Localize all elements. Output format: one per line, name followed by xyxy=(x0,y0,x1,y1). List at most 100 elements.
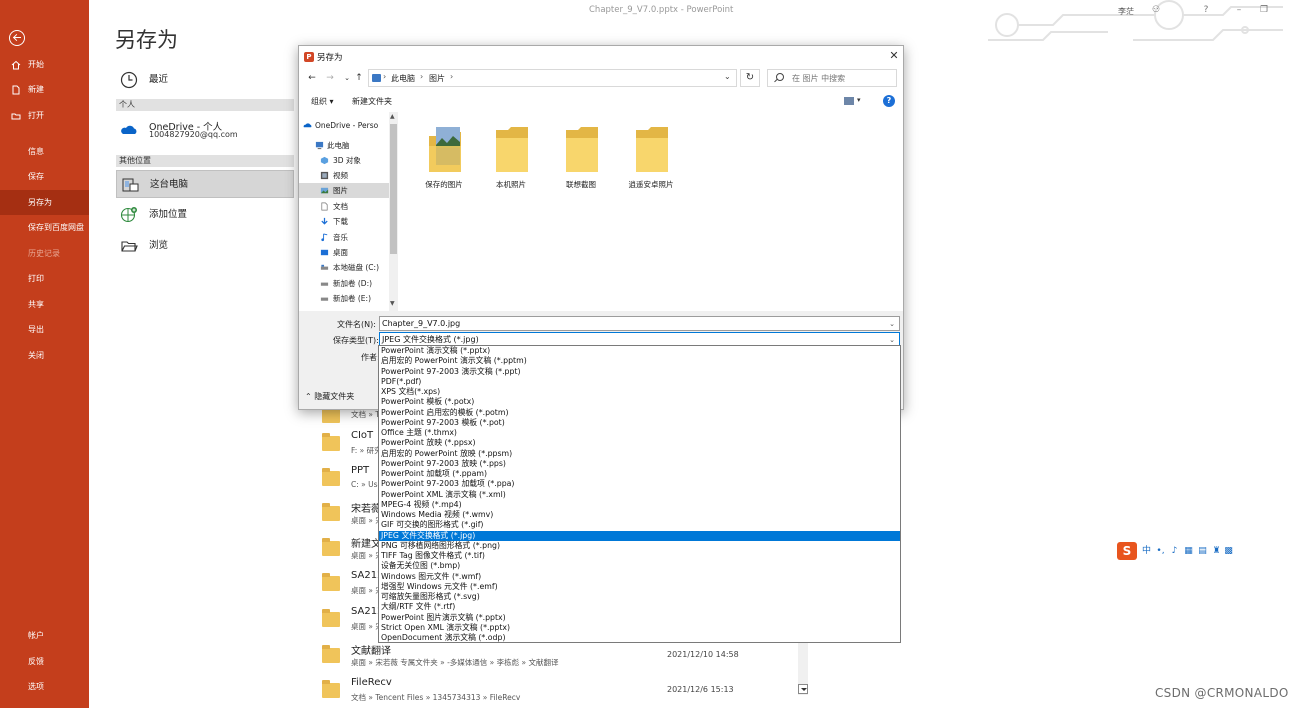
filetype-option[interactable]: JPEG 文件交换格式 (*.jpg) xyxy=(379,530,900,541)
filetype-option[interactable]: GIF 可交换的图形格式 (*.gif) xyxy=(379,520,900,530)
filetype-option[interactable]: PowerPoint 演示文稿 (*.pptx) xyxy=(379,346,900,356)
tree-item-pictures[interactable]: 图片 xyxy=(299,183,389,198)
filetype-option[interactable]: PowerPoint 97-2003 加载项 (*.ppa) xyxy=(379,479,900,489)
restore-button[interactable]: ❐ xyxy=(1258,4,1270,16)
search-input[interactable] xyxy=(792,72,892,84)
filetype-option[interactable]: Office 主题 (*.thmx) xyxy=(379,428,900,438)
chevron-down-icon[interactable]: ▼ xyxy=(390,300,395,307)
nav-item-account[interactable]: 帐户 xyxy=(0,623,89,648)
filetype-option[interactable]: 可缩放矢量图形格式 (*.svg) xyxy=(379,592,900,602)
address-bar[interactable]: › 此电脑 › 图片 › ⌄ xyxy=(368,69,737,87)
list-item[interactable]: 文献翻译 桌面 » 宋若薇 专属文件夹 » -多媒体通信 » 李栋彪 » 文献翻… xyxy=(318,640,798,674)
filetype-option[interactable]: PowerPoint 97-2003 演示文稿 (*.ppt) xyxy=(379,367,900,377)
person-icon[interactable]: ⚇ xyxy=(1150,4,1162,16)
filetype-option[interactable]: PowerPoint XML 演示文稿 (*.xml) xyxy=(379,490,900,500)
user-name[interactable]: 李茫 xyxy=(1118,6,1134,17)
nav-item-close[interactable]: 关闭 xyxy=(0,343,89,368)
ime-tools-icon[interactable]: ▤ xyxy=(1197,545,1208,557)
filetype-option[interactable]: PNG 可移植网络图形格式 (*.png) xyxy=(379,541,900,551)
filetype-option[interactable]: 增强型 Windows 元文件 (*.emf) xyxy=(379,582,900,592)
filetype-option[interactable]: Windows Media 视频 (*.wmv) xyxy=(379,510,900,520)
nav-item-save-to-baidu[interactable]: 保存到百度网盘 xyxy=(0,215,89,240)
ime-menu-icon[interactable]: ▩ xyxy=(1223,545,1234,557)
filetype-option[interactable]: PowerPoint 启用宏的模板 (*.potm) xyxy=(379,408,900,418)
hide-folders-toggle[interactable]: ⌃ 隐藏文件夹 xyxy=(305,391,354,402)
tree-item-videos[interactable]: 视频 xyxy=(299,168,389,183)
filetype-option[interactable]: PowerPoint 模板 (*.potx) xyxy=(379,397,900,407)
location-this-pc[interactable]: 这台电脑 xyxy=(116,170,294,198)
filetype-option[interactable]: TIFF Tag 图像文件格式 (*.tif) xyxy=(379,551,900,561)
help-button[interactable]: ? xyxy=(1200,4,1212,16)
filetype-option[interactable]: PowerPoint 放映 (*.ppsx) xyxy=(379,438,900,448)
location-browse[interactable]: 浏览 xyxy=(116,232,294,260)
forward-icon[interactable]: → xyxy=(324,72,336,84)
tree-item-this-pc[interactable]: 此电脑 xyxy=(299,138,389,153)
filename-input[interactable]: Chapter_9_V7.0.jpg ⌄ xyxy=(379,316,900,331)
ime-mode-icon[interactable]: 中 xyxy=(1141,545,1152,557)
back-icon[interactable]: ← xyxy=(306,72,318,84)
chevron-down-icon[interactable]: ⌄ xyxy=(724,72,731,81)
tree-item-drive-c[interactable]: 本地磁盘 (C:) xyxy=(299,260,389,275)
nav-item-open[interactable]: 打开 xyxy=(0,103,89,128)
refresh-button[interactable]: ↻ xyxy=(740,69,760,87)
nav-item-share[interactable]: 共享 xyxy=(0,292,89,317)
tree-item-documents[interactable]: 文档 xyxy=(299,199,389,214)
list-item[interactable]: FileRecv 文档 » Tencent Files » 1345734313… xyxy=(318,675,798,708)
help-button[interactable]: ? xyxy=(883,95,895,107)
filetype-option[interactable]: OpenDocument 演示文稿 (*.odp) xyxy=(379,633,900,643)
filetype-option[interactable]: Strict Open XML 演示文稿 (*.pptx) xyxy=(379,623,900,633)
tree-item-onedrive[interactable]: OneDrive - Perso xyxy=(299,118,389,133)
file-tile[interactable]: 保存的图片 xyxy=(414,124,474,194)
tree-scrollbar[interactable]: ▲ ▼ xyxy=(389,112,398,311)
filetype-option[interactable]: PDF(*.pdf) xyxy=(379,377,900,387)
tree-item-desktop[interactable]: 桌面 xyxy=(299,245,389,260)
tree-item-drive-e[interactable]: 新加卷 (E:) xyxy=(299,291,389,306)
search-box[interactable] xyxy=(767,69,897,87)
location-onedrive[interactable]: OneDrive - 个人 1004827920@qq.com xyxy=(116,116,294,150)
filetype-option[interactable]: 启用宏的 PowerPoint 放映 (*.ppsm) xyxy=(379,449,900,459)
file-tile[interactable]: 逍遥安卓照片 xyxy=(621,124,681,194)
nav-item-options[interactable]: 选项 xyxy=(0,674,89,699)
filetype-option[interactable]: 设备无关位图 (*.bmp) xyxy=(379,561,900,571)
breadcrumb-pictures[interactable]: 图片 xyxy=(429,73,445,84)
nav-item-save[interactable]: 保存 xyxy=(0,164,89,189)
minimize-button[interactable]: – xyxy=(1233,4,1245,16)
location-add-place[interactable]: 添加位置 xyxy=(116,201,294,229)
filetype-option[interactable]: PowerPoint 图片演示文稿 (*.pptx) xyxy=(379,613,900,623)
tree-item-drive-d[interactable]: 新加卷 (D:) xyxy=(299,276,389,291)
nav-item-info[interactable]: 信息 xyxy=(0,139,89,164)
tree-item-3d[interactable]: 3D 对象 xyxy=(299,153,389,168)
recent-locations-icon[interactable]: ⌄ xyxy=(341,72,353,84)
back-arrow-icon[interactable] xyxy=(9,30,25,46)
tree-item-music[interactable]: 音乐 xyxy=(299,230,389,245)
organize-button[interactable]: 组织 ▾ xyxy=(311,96,334,107)
nav-item-export[interactable]: 导出 xyxy=(0,317,89,342)
filetype-option[interactable]: XPS 文档(*.xps) xyxy=(379,387,900,397)
chevron-up-icon[interactable]: ▲ xyxy=(390,113,395,120)
chevron-down-icon[interactable]: ⌄ xyxy=(889,318,895,331)
new-folder-button[interactable]: 新建文件夹 xyxy=(352,96,392,107)
ime-punctuation-icon[interactable]: •, xyxy=(1155,545,1166,557)
microphone-icon[interactable]: ♪ xyxy=(1169,545,1180,557)
nav-item-feedback[interactable]: 反馈 xyxy=(0,649,89,674)
file-tile[interactable]: 本机照片 xyxy=(481,124,541,194)
file-tile[interactable]: 联想截图 xyxy=(551,124,611,194)
tree-item-downloads[interactable]: 下载 xyxy=(299,214,389,229)
nav-item-save-as[interactable]: 另存为 xyxy=(0,190,89,215)
filetype-option[interactable]: MPEG-4 视频 (*.mp4) xyxy=(379,500,900,510)
keyboard-icon[interactable]: ▦ xyxy=(1183,545,1194,557)
location-recent[interactable]: 最近 xyxy=(116,66,294,94)
filetype-option[interactable]: 启用宏的 PowerPoint 演示文稿 (*.pptm) xyxy=(379,356,900,366)
breadcrumb-this-pc[interactable]: 此电脑 xyxy=(391,73,415,84)
sogou-logo-icon[interactable]: S xyxy=(1117,542,1137,560)
filetype-option[interactable]: 大纲/RTF 文件 (*.rtf) xyxy=(379,602,900,612)
nav-item-new[interactable]: 新建 xyxy=(0,77,89,102)
filetype-option[interactable]: PowerPoint 97-2003 模板 (*.pot) xyxy=(379,418,900,428)
close-icon[interactable]: ✕ xyxy=(888,50,900,62)
filetype-option[interactable]: PowerPoint 加载项 (*.ppam) xyxy=(379,469,900,479)
scroll-down-icon[interactable] xyxy=(798,684,808,694)
skin-icon[interactable]: ♜ xyxy=(1211,545,1222,557)
nav-item-print[interactable]: 打印 xyxy=(0,266,89,291)
filetype-option[interactable]: PowerPoint 97-2003 放映 (*.pps) xyxy=(379,459,900,469)
view-options-button[interactable]: ▾ xyxy=(844,96,864,106)
